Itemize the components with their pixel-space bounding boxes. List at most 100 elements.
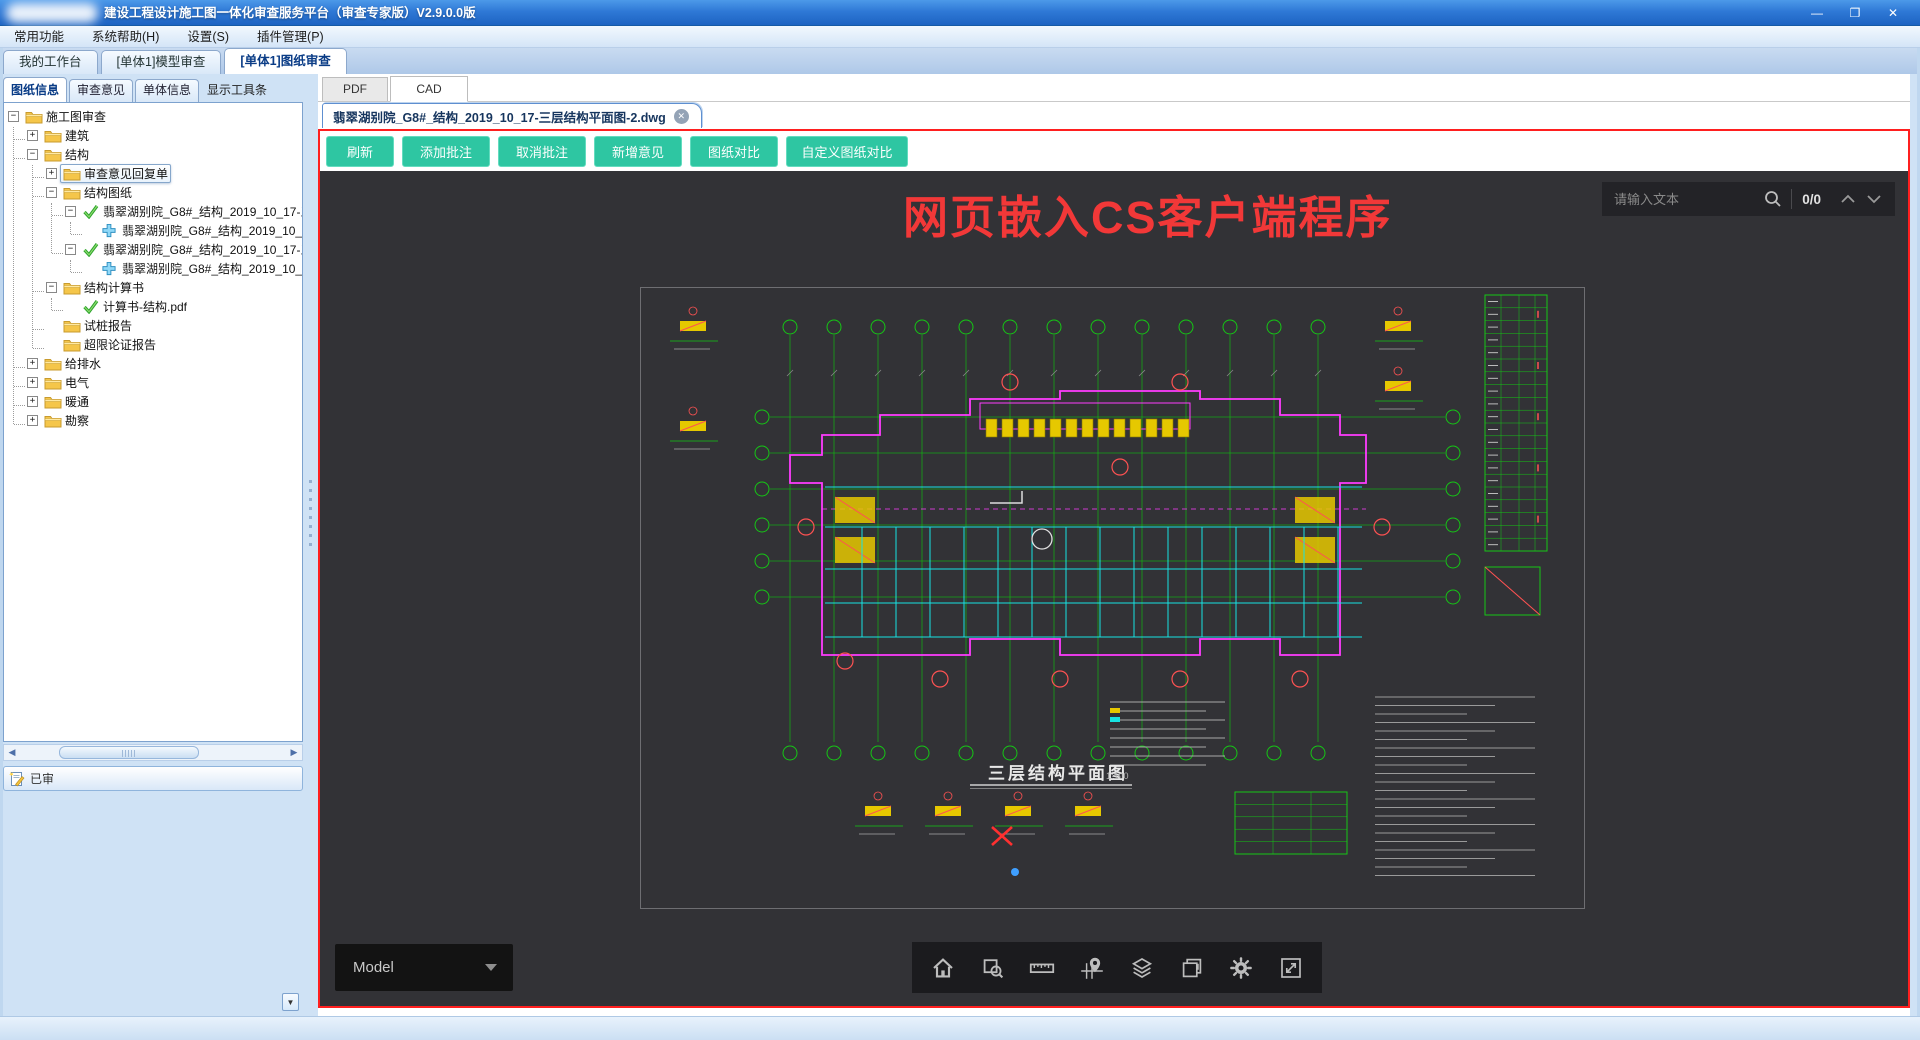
tree-item[interactable]: + 暖通 — [4, 392, 302, 411]
tree-expander[interactable]: − — [65, 244, 76, 255]
tree-expander[interactable]: − — [65, 206, 76, 217]
scroll-right-arrow-icon[interactable]: ▶ — [286, 747, 302, 758]
tree-expander[interactable]: + — [27, 377, 38, 388]
tree-expander[interactable]: − — [46, 187, 57, 198]
tree-item[interactable]: + 勘察 — [4, 411, 302, 430]
tree-expander[interactable]: + — [27, 415, 38, 426]
check-icon — [82, 242, 100, 258]
panel-splitter[interactable] — [303, 76, 318, 1014]
scrollbar-thumb[interactable] — [59, 746, 199, 759]
tree-connector — [32, 165, 33, 348]
action-button-1[interactable]: 刷新 — [326, 135, 394, 167]
tree-expander[interactable]: − — [46, 282, 57, 293]
tree-connector — [14, 367, 25, 368]
tree-item[interactable]: − 结构图纸 — [4, 183, 302, 202]
left-tab-1[interactable]: 图纸信息 — [3, 77, 68, 102]
left-tab-2[interactable]: 审查意见 — [69, 79, 134, 102]
tree-item[interactable]: − 施工图审查 — [4, 107, 302, 126]
format-tab-cad[interactable]: CAD — [390, 76, 468, 102]
viewports-icon[interactable] — [1172, 948, 1212, 988]
tree-item[interactable]: − 翡翠湖别院_G8#_结构_2019_10_17-三层结构平面图-2.dwg — [4, 202, 302, 221]
tree-item-label: 翡翠湖别院_G8#_结构_2019_10_17-三层结构平面图-2.dwg — [103, 205, 302, 219]
tree-item[interactable]: − 结构 — [4, 145, 302, 164]
tree-item[interactable]: 计算书-结构.pdf — [4, 297, 302, 316]
folder-icon — [44, 394, 62, 410]
main-tab-3[interactable]: [单体1]图纸审查 — [224, 48, 347, 74]
menu-item-4[interactable]: 插件管理(P) — [243, 26, 338, 48]
tree-item[interactable]: − 翡翠湖别院_G8#_结构_2019_10_17-三层结构平面图-2.dwg — [4, 240, 302, 259]
action-button-6[interactable]: 自定义图纸对比 — [786, 135, 908, 167]
tree-item[interactable]: + 审查意见回复单 — [4, 164, 302, 183]
tree-item[interactable]: + 建筑 — [4, 126, 302, 145]
tree-connector — [52, 215, 63, 216]
minimize-button[interactable]: — — [1798, 0, 1836, 26]
folder-icon — [44, 147, 62, 163]
cad-canvas[interactable]: 网页嵌入CS客户端程序 0/0 — [320, 171, 1908, 1006]
layers-icon[interactable] — [1122, 948, 1162, 988]
display-toolbar-label[interactable]: 显示工具条 — [207, 81, 267, 98]
zoom-window-icon[interactable] — [973, 948, 1013, 988]
format-tab-pdf[interactable]: PDF — [322, 77, 388, 101]
tree-connector — [51, 203, 52, 253]
tree-horizontal-scrollbar[interactable]: ◀ ▶ — [3, 744, 303, 761]
action-button-3[interactable]: 取消批注 — [498, 135, 586, 167]
menu-item-1[interactable]: 常用功能 — [0, 26, 78, 48]
splitter-grip-icon — [309, 480, 312, 552]
tree-connector — [33, 291, 44, 292]
menu-item-3[interactable]: 设置(S) — [173, 26, 243, 48]
tree-item[interactable]: 试桩报告 — [4, 316, 302, 335]
tree-connector — [14, 139, 25, 140]
tree-expander[interactable]: − — [27, 149, 38, 160]
locate-point-icon[interactable] — [1072, 948, 1112, 988]
folder-icon — [63, 185, 81, 201]
embedded-client-watermark: 网页嵌入CS客户端程序 — [903, 192, 1393, 243]
cad-action-toolbar: 刷新 添加批注 取消批注 新增意见 图纸对比 自定义图纸对比 — [320, 131, 1908, 171]
tree-item-label: 建筑 — [65, 129, 90, 143]
file-tab-close-icon[interactable]: ✕ — [673, 108, 689, 124]
folder-icon — [63, 280, 81, 296]
tree-item-label: 翡翠湖别院_G8#_结构_2019_10_17-三层结构平面图-2.dwg — [122, 224, 303, 238]
search-next-icon[interactable] — [1861, 187, 1887, 211]
review-status-bar: 已审 — [3, 766, 303, 791]
tree-item[interactable]: 翡翠湖别院_G8#_结构_2019_10_17-三层结构平面图-2.dwg — [4, 259, 302, 278]
action-button-5[interactable]: 图纸对比 — [690, 135, 778, 167]
tree-item[interactable]: + 电气 — [4, 373, 302, 392]
measure-icon[interactable] — [1022, 948, 1062, 988]
scroll-left-arrow-icon[interactable]: ◀ — [4, 747, 20, 758]
home-icon[interactable] — [923, 948, 963, 988]
tree-item[interactable]: 翡翠湖别院_G8#_结构_2019_10_17-三层结构平面图-2.dwg — [4, 221, 302, 240]
tree-connector — [14, 386, 25, 387]
main-tab-2[interactable]: [单体1]模型审查 — [100, 50, 222, 74]
tree-item-label: 翡翠湖别院_G8#_结构_2019_10_17-三层结构平面图-2.dwg — [122, 262, 303, 276]
tree-item[interactable]: 超限论证报告 — [4, 335, 302, 354]
tree-item[interactable]: − 结构计算书 — [4, 278, 302, 297]
search-icon[interactable] — [1763, 189, 1783, 209]
folder-icon — [44, 128, 62, 144]
fullscreen-icon[interactable] — [1271, 948, 1311, 988]
layout-model-selector[interactable]: Model — [335, 944, 513, 991]
text-search-bar: 0/0 — [1602, 182, 1895, 216]
model-dropdown-caret-icon — [485, 964, 497, 971]
left-tab-3[interactable]: 单体信息 — [135, 79, 200, 102]
toolbar-dropdown-button[interactable]: ▼ — [282, 993, 299, 1011]
close-button[interactable]: ✕ — [1874, 0, 1912, 26]
tree-expander[interactable]: + — [27, 396, 38, 407]
title-bar: 建设工程设计施工图一体化审查服务平台（审查专家版）V2.9.0.0版 — ❐ ✕ — [0, 0, 1920, 26]
main-tab-1[interactable]: 我的工作台 — [3, 50, 98, 74]
tree-expander[interactable]: + — [46, 168, 57, 179]
menu-bar: 常用功能 系统帮助(H) 设置(S) 插件管理(P) — [0, 26, 1920, 48]
action-button-2[interactable]: 添加批注 — [402, 135, 490, 167]
tree-expander[interactable]: + — [27, 358, 38, 369]
action-button-4[interactable]: 新增意见 — [594, 135, 682, 167]
tree-item-label: 勘察 — [65, 414, 90, 428]
tree-connector — [52, 253, 63, 254]
tree-item[interactable]: + 给排水 — [4, 354, 302, 373]
menu-item-2[interactable]: 系统帮助(H) — [78, 26, 173, 48]
maximize-button[interactable]: ❐ — [1836, 0, 1874, 26]
tree-expander[interactable]: − — [8, 111, 19, 122]
settings-icon[interactable] — [1221, 948, 1261, 988]
search-previous-icon[interactable] — [1835, 187, 1861, 211]
tree-expander[interactable]: + — [27, 130, 38, 141]
search-input[interactable] — [1614, 191, 1764, 207]
file-tab[interactable]: 翡翠湖别院_G8#_结构_2019_10_17-三层结构平面图-2.dwg ✕ — [322, 103, 702, 128]
